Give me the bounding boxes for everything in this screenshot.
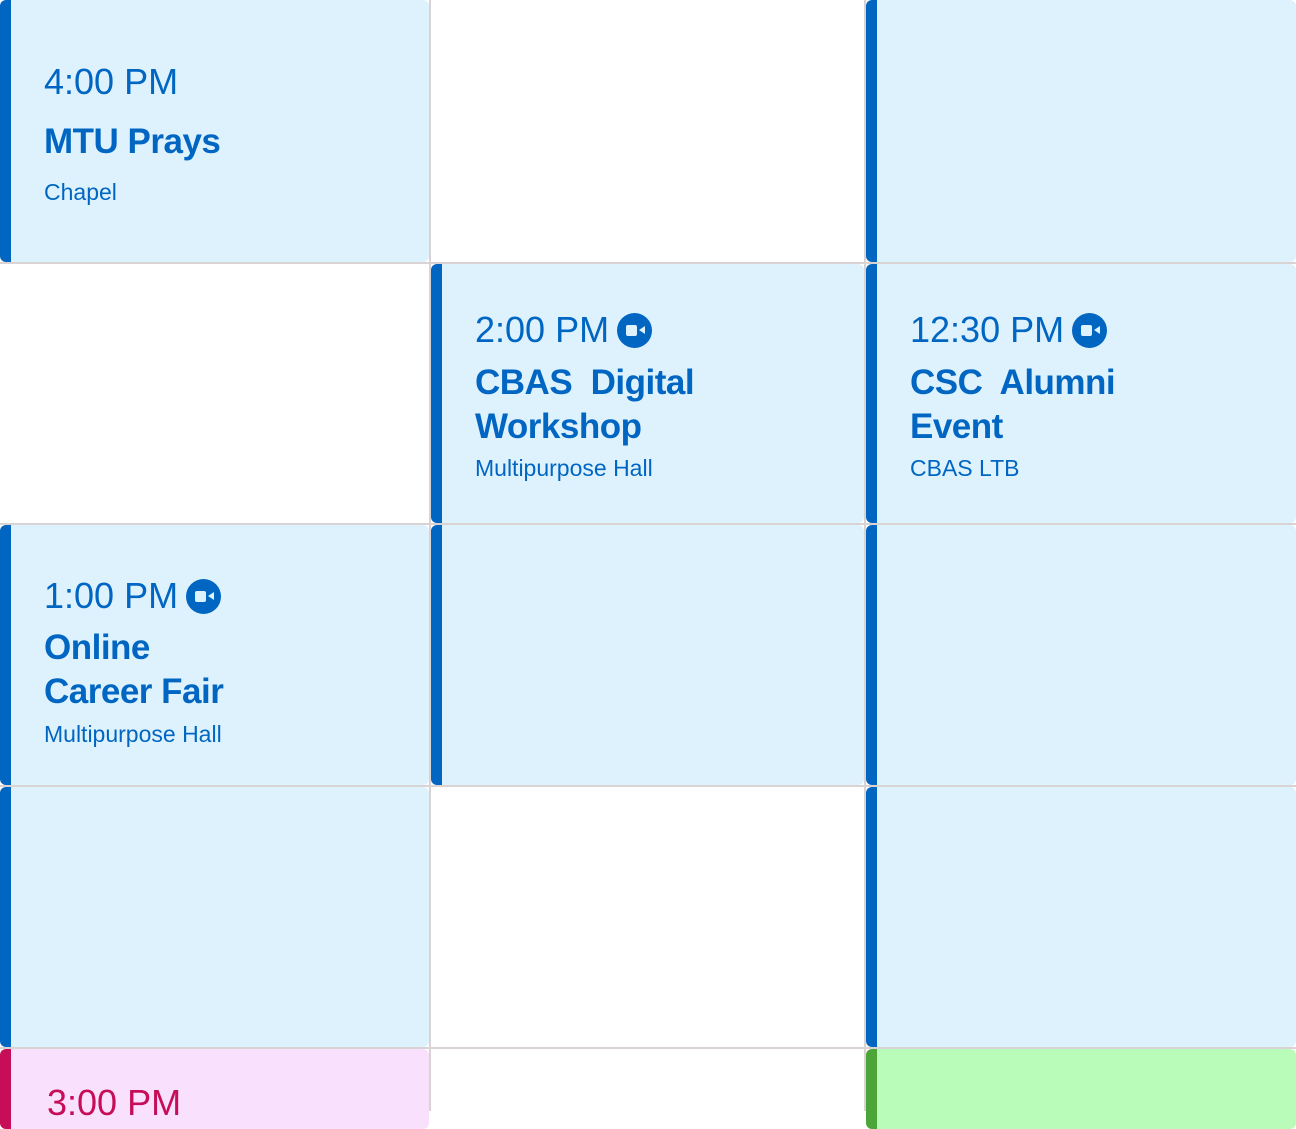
event-time: 3:00 PM: [47, 1082, 182, 1123]
event-time-row: 2:00 PM: [475, 309, 653, 350]
event-card-continuation[interactable]: [0, 787, 429, 1047]
event-card-continuation[interactable]: [431, 525, 864, 785]
video-camera-icon: [617, 312, 653, 348]
event-time: 4:00 PM: [44, 61, 179, 102]
event-card-green[interactable]: [866, 1049, 1296, 1129]
event-title-line: Workshop: [475, 407, 642, 446]
event-card-pink[interactable]: 3:00 PM: [0, 1049, 429, 1129]
video-camera-icon: [1072, 312, 1108, 348]
event-title-line: CSC Alumni: [910, 363, 1116, 402]
event-card-continuation[interactable]: [866, 0, 1296, 262]
event-time-row: 12:30 PM: [910, 309, 1108, 350]
event-card-mtu-prays[interactable]: 4:00 PM MTU Prays Chapel: [0, 0, 429, 262]
event-time-row: 1:00 PM: [44, 575, 222, 616]
event-title: CSC Alumni Event: [910, 361, 1116, 449]
event-title: CBAS Digital Workshop: [475, 361, 695, 449]
event-title-line: Event: [910, 407, 1003, 446]
event-location: Multipurpose Hall: [44, 721, 222, 747]
event-time: 1:00 PM: [44, 575, 179, 616]
event-card-continuation[interactable]: [866, 525, 1296, 785]
event-location: Chapel: [44, 179, 117, 205]
event-time: 12:30 PM: [910, 309, 1065, 350]
event-card-cbas-digital-workshop[interactable]: 2:00 PM CBAS Digital Workshop Multipurpo…: [431, 264, 864, 523]
event-card-online-career-fair[interactable]: 1:00 PM Online Career Fair Multipurpose …: [0, 525, 429, 785]
event-title-line: MTU Prays: [44, 122, 221, 161]
video-camera-icon: [186, 578, 222, 614]
event-title: Online Career Fair: [44, 626, 224, 714]
event-title-line: Online: [44, 628, 150, 667]
event-title-line: Career Fair: [44, 672, 224, 711]
event-location: CBAS LTB: [910, 455, 1020, 481]
event-card-csc-alumni-event[interactable]: 12:30 PM CSC Alumni Event CBAS LTB: [866, 264, 1296, 523]
event-title: MTU Prays: [44, 120, 221, 164]
event-location: Multipurpose Hall: [475, 455, 653, 481]
event-card-continuation[interactable]: [866, 787, 1296, 1047]
event-title-line: CBAS Digital: [475, 363, 695, 402]
event-time: 2:00 PM: [475, 309, 610, 350]
